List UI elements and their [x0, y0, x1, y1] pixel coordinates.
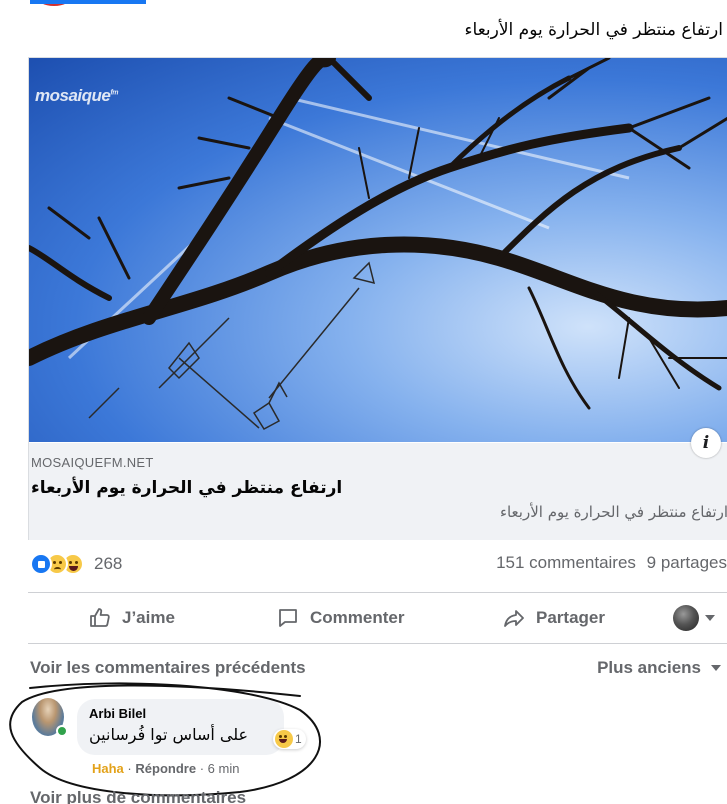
reactions-summary[interactable]: 268 [30, 553, 122, 575]
view-previous-comments-link[interactable]: Voir les commentaires précédents [30, 658, 306, 678]
comments-count[interactable]: 151 commentaires [496, 553, 636, 572]
user-avatar [673, 605, 699, 631]
comment-bubble-icon [279, 609, 297, 627]
react-as-selector[interactable] [673, 598, 715, 638]
post-stats: 268 151 commentaires 9 partages [30, 553, 727, 581]
post-actions-bar: J’aime Commenter Partager [28, 598, 727, 638]
reply-button[interactable]: Répondre [135, 761, 196, 776]
like-button[interactable]: J’aime [88, 598, 175, 638]
comment-reaction-count: 1 [295, 732, 302, 746]
top-strip [0, 0, 727, 8]
link-subtitle: ارتفاع منتظر في الحرارة يوم الأربعاء [499, 503, 727, 521]
view-more-comments-link[interactable]: Voir plus de commentaires [30, 788, 246, 804]
active-tab-indicator [30, 0, 146, 4]
share-label: Partager [536, 608, 605, 627]
comment-button[interactable]: Commenter [276, 598, 404, 638]
divider-top [28, 592, 727, 593]
link-preview-image[interactable]: mosaiquefm [29, 58, 727, 442]
post-text: ارتفاع منتظر في الحرارة يوم الأربعاء [464, 20, 723, 40]
comment-reactions[interactable]: 1 [273, 729, 306, 749]
link-preview-meta[interactable]: MOSAIQUEFM.NET ارتفاع منتظر في الحرارة ي… [29, 443, 727, 540]
comment-sort-dropdown[interactable]: Plus anciens [597, 658, 721, 678]
like-reaction-icon [30, 553, 52, 575]
meta-separator: · [199, 761, 205, 776]
meta-separator: · [127, 761, 132, 776]
link-preview-card[interactable]: mosaiquefm i MOSAIQUEFM.NET ارتفاع منتظر… [28, 57, 727, 540]
divider-bottom [28, 643, 727, 644]
haha-reaction-icon [275, 730, 293, 748]
comment-label: Commenter [310, 608, 405, 627]
share-arrow-icon [504, 610, 524, 627]
caret-down-icon [705, 615, 715, 621]
comment-time[interactable]: 6 min [208, 761, 240, 776]
haha-button[interactable]: Haha [92, 761, 124, 776]
comment-meta: Haha · Répondre · 6 min [92, 761, 239, 776]
thumbs-up-icon [90, 608, 110, 627]
reaction-count[interactable]: 268 [94, 554, 122, 574]
link-domain: MOSAIQUEFM.NET [31, 455, 154, 470]
comment-text: على أساس توا فُرسانين [89, 725, 249, 744]
link-title[interactable]: ارتفاع منتظر في الحرارة يوم الأربعاء [31, 478, 727, 498]
shares-count[interactable]: 9 partages [647, 553, 727, 572]
mosaique-watermark: mosaiquefm [35, 86, 118, 105]
comment-author[interactable]: Arbi Bilel [89, 706, 272, 721]
stats-right: 151 commentaires 9 partages [490, 553, 727, 573]
online-status-dot [56, 725, 68, 737]
tree-branches-illustration [29, 58, 727, 430]
sort-label: Plus anciens [597, 658, 701, 677]
share-button[interactable]: Partager [502, 598, 605, 638]
like-label: J’aime [122, 608, 175, 627]
info-icon[interactable]: i [691, 428, 721, 458]
comment-bubble: Arbi Bilel على أساس توا فُرسانين [77, 699, 284, 755]
caret-down-icon [711, 665, 721, 671]
